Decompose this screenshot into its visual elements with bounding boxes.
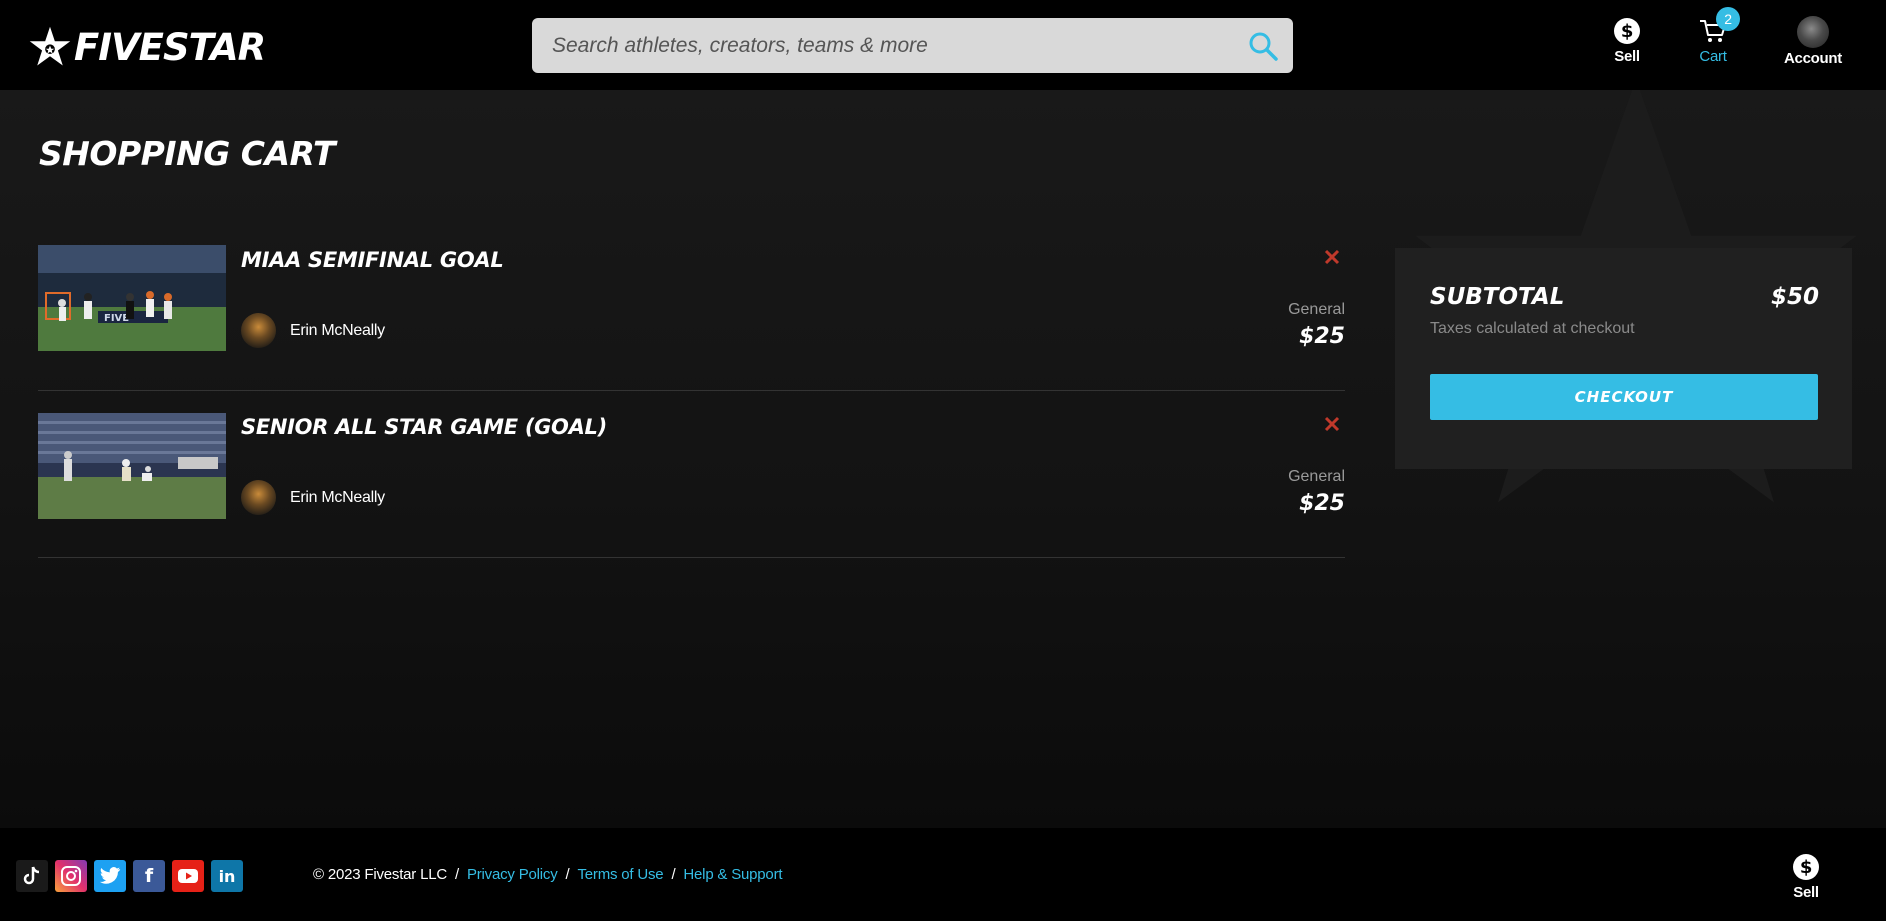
tiktok-icon[interactable] [16, 860, 48, 892]
cart-item: FIVE MIAA SEMIFINAL GOAL Erin McNeally G… [38, 244, 1345, 391]
search-bar [532, 18, 1293, 73]
privacy-policy-link[interactable]: Privacy Policy [467, 866, 558, 883]
separator: / [671, 866, 676, 883]
creator-avatar [241, 313, 276, 348]
nav-account[interactable]: Account [1784, 14, 1842, 67]
dollar-icon: $ [1613, 14, 1641, 48]
creator-info[interactable]: Erin McNeally [241, 480, 385, 515]
separator: / [565, 866, 570, 883]
cart-icon: 2 [1698, 7, 1740, 48]
footer [0, 828, 1886, 921]
tax-note: Taxes calculated at checkout [1430, 320, 1635, 337]
dollar-icon: $ [1793, 854, 1819, 880]
nav-cart-label: Cart [1699, 48, 1727, 65]
instagram-icon[interactable] [55, 860, 87, 892]
close-icon [1324, 249, 1340, 265]
creator-name: Erin McNeally [290, 321, 385, 339]
star-logo-icon [29, 26, 71, 66]
order-summary: SUBTOTAL $50 Taxes calculated at checkou… [1395, 248, 1852, 469]
search-icon[interactable] [1233, 18, 1293, 73]
nav-sell[interactable]: $ Sell [1613, 14, 1641, 65]
copyright-text: © 2023 Fivestar LLC [313, 866, 447, 883]
creator-info[interactable]: Erin McNeally [241, 313, 385, 348]
license-type: General [1288, 301, 1345, 318]
subtotal-label: SUBTOTAL [1430, 284, 1565, 310]
account-avatar [1796, 14, 1829, 50]
cart-item: SENIOR ALL STAR GAME (GOAL) Erin McNeall… [38, 411, 1345, 558]
creator-name: Erin McNeally [290, 488, 385, 506]
close-icon [1324, 416, 1340, 432]
separator: / [454, 866, 459, 883]
cart-count-badge: 2 [1716, 7, 1740, 31]
terms-of-use-link[interactable]: Terms of Use [577, 866, 663, 883]
item-title[interactable]: MIAA SEMIFINAL GOAL [241, 248, 504, 272]
video-thumbnail[interactable] [38, 413, 226, 519]
svg-text:FIVE: FIVE [104, 313, 129, 324]
remove-item-button[interactable] [1319, 244, 1345, 270]
svg-text:$: $ [1621, 21, 1633, 42]
item-title[interactable]: SENIOR ALL STAR GAME (GOAL) [241, 415, 607, 439]
nav-sell-label: Sell [1614, 48, 1640, 65]
item-price: $25 [1299, 491, 1345, 516]
footer-sell-label: Sell [1793, 884, 1819, 901]
license-type: General [1288, 468, 1345, 485]
svg-text:$: $ [1800, 857, 1812, 878]
subtotal-value: $50 [1770, 284, 1819, 310]
youtube-icon[interactable] [172, 860, 204, 892]
remove-item-button[interactable] [1319, 411, 1345, 437]
checkout-button[interactable]: CHECKOUT [1430, 374, 1818, 420]
creator-avatar [241, 480, 276, 515]
search-input[interactable] [532, 18, 1233, 73]
footer-sell[interactable]: $ Sell [1792, 853, 1820, 901]
linkedin-icon[interactable]: in [211, 860, 243, 892]
help-support-link[interactable]: Help & Support [683, 866, 782, 883]
cart-item-list: FIVE MIAA SEMIFINAL GOAL Erin McNeally G… [38, 244, 1345, 558]
twitter-icon[interactable] [94, 860, 126, 892]
facebook-icon[interactable]: f [133, 860, 165, 892]
nav-account-label: Account [1784, 50, 1842, 67]
footer-links: © 2023 Fivestar LLC / Privacy Policy / T… [313, 866, 783, 883]
video-thumbnail[interactable]: FIVE [38, 245, 226, 351]
nav-cart[interactable]: 2 Cart [1698, 7, 1740, 65]
social-links: f in [16, 860, 243, 892]
top-header: FIVESTAR $ Sell 2 Cart [0, 0, 1886, 90]
page-title: SHOPPING CART [39, 134, 335, 173]
item-price: $25 [1299, 324, 1345, 349]
logo-wordmark: FIVESTAR [74, 25, 266, 69]
fivestar-logo[interactable]: FIVESTAR [28, 25, 266, 69]
